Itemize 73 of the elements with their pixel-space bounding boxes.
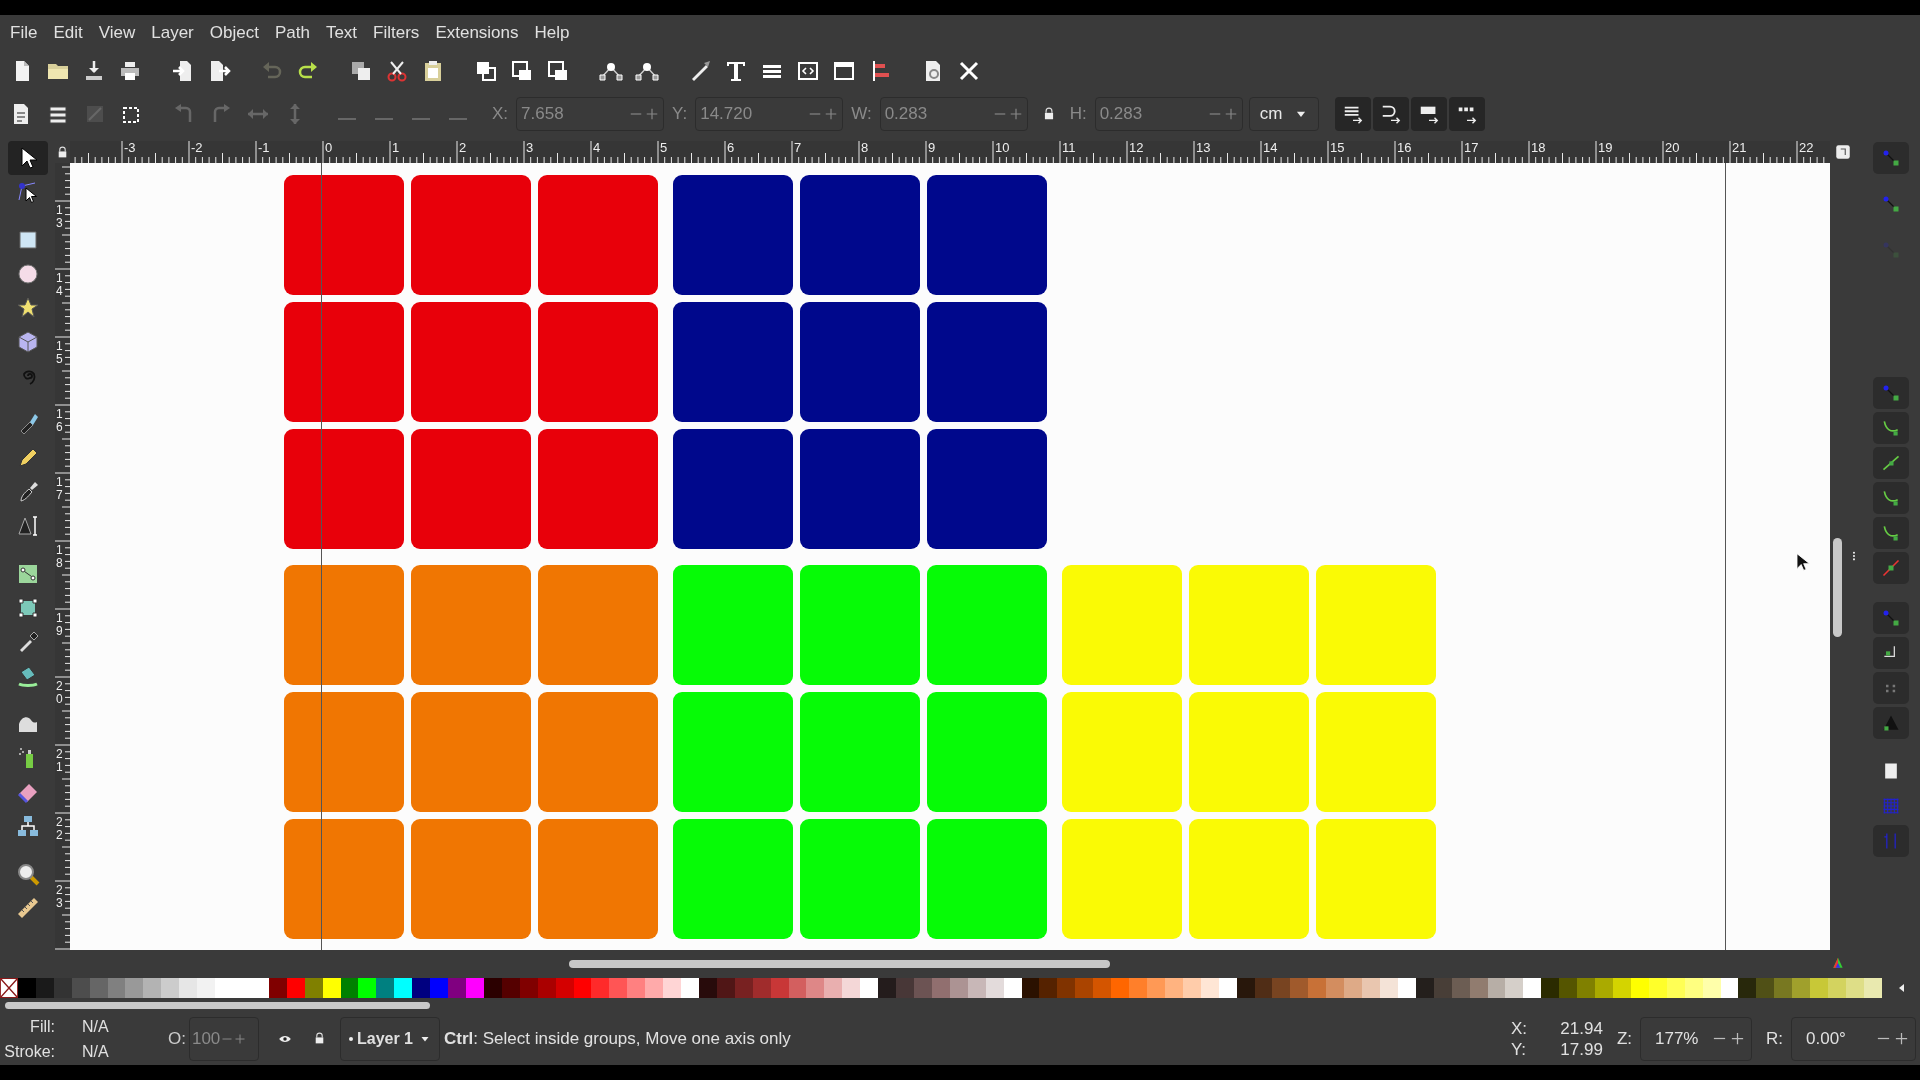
layer-dropdown[interactable]: Layer 1 — [339, 1016, 440, 1061]
menu-item[interactable]: View — [90, 20, 144, 46]
rotation-field[interactable]: 0.00° — [1791, 1016, 1916, 1061]
menu-item[interactable]: Edit — [45, 20, 91, 46]
coordinate-value: 17.99 — [1559, 1038, 1603, 1060]
stroke-label: Stroke: — [3, 1041, 55, 1062]
field-label: X: — [492, 103, 509, 126]
ruler-label: 16 — [56, 408, 63, 435]
ruler-label: 21 — [56, 748, 63, 775]
stroke-value: N/A — [82, 1041, 110, 1062]
field-value: 0.283 — [884, 103, 928, 126]
coordinate-label: X: — [1510, 1017, 1528, 1039]
field-value: 7.658 — [521, 103, 564, 126]
coordinate-value: 21.94 — [1559, 1017, 1603, 1039]
ruler-label: 18 — [56, 544, 63, 571]
menu-item[interactable]: Text — [317, 20, 366, 46]
ruler-label: -3 — [124, 141, 136, 155]
ruler-label: 17 — [56, 476, 63, 503]
menu-item[interactable]: Path — [266, 20, 318, 46]
menu-item[interactable]: File — [2, 20, 46, 46]
ruler-label: 22 — [1799, 141, 1814, 155]
ruler-label: 17 — [1464, 141, 1479, 155]
ruler-label: 13 — [1196, 141, 1211, 155]
field-label: W: — [851, 103, 872, 126]
ruler-label: 6 — [727, 141, 735, 155]
ruler-label: 13 — [56, 204, 63, 231]
unit-dropdown[interactable]: cm — [1248, 97, 1319, 131]
vertical-ruler[interactable]: 13 14 15 16 17 18 19 20 21 22 23 — [55, 163, 70, 950]
horizontal-ruler[interactable]: -3 -2 -1 0 1 2 3 4 5 6 7 8 9 10 11 12 13 14 15 16 17 18 19 20 21 22 — [70, 141, 1830, 163]
coordinate-label: Y: — [1510, 1038, 1527, 1060]
menu-item[interactable]: Extensions — [427, 20, 527, 46]
ruler-label: 19 — [56, 612, 63, 639]
ruler-label: 20 — [1665, 141, 1680, 155]
ruler-label: 1 — [392, 141, 400, 155]
ruler-label: 20 — [56, 680, 63, 707]
field-label: Y: — [672, 103, 688, 126]
status-message: Ctrl: Select inside groups, Move one axis only — [444, 1027, 791, 1050]
menu-item[interactable]: Help — [526, 20, 578, 46]
ruler-label: 19 — [1598, 141, 1613, 155]
ruler-label: 8 — [861, 141, 869, 155]
ruler-label: 2 — [459, 141, 467, 155]
ruler-label: 21 — [1732, 141, 1747, 155]
fill-label: Fill: — [29, 1016, 55, 1037]
ruler-label: 15 — [1330, 141, 1345, 155]
field-value: 14.720 — [700, 103, 753, 126]
field-value: 0.283 — [1099, 103, 1143, 126]
ruler-label: 7 — [794, 141, 802, 155]
ruler-label: 3 — [526, 141, 534, 155]
ruler-label: 0 — [325, 141, 333, 155]
ruler-label: 22 — [56, 816, 63, 843]
ruler-label: -2 — [191, 141, 203, 155]
opacity-label: O: — [168, 1027, 186, 1050]
zoom-field[interactable]: 177% — [1640, 1016, 1752, 1061]
menu-item[interactable]: Object — [201, 20, 267, 46]
ruler-label: 4 — [593, 141, 601, 155]
ruler-label: -1 — [258, 141, 270, 155]
ruler-label: 11 — [1062, 141, 1076, 155]
menu-item[interactable]: Filters — [365, 20, 428, 46]
menu-item[interactable]: Layer — [143, 20, 202, 46]
ruler-label: 15 — [56, 340, 63, 367]
ruler-label: 18 — [1531, 141, 1546, 155]
ruler-label: 14 — [56, 272, 63, 299]
ruler-label: 5 — [660, 141, 668, 155]
ruler-label: 14 — [1263, 141, 1278, 155]
ruler-label: 16 — [1397, 141, 1412, 155]
ruler-label: 23 — [56, 884, 63, 911]
ruler-label: 12 — [1129, 141, 1144, 155]
zoom-label: Z: — [1616, 1027, 1632, 1050]
rotation-label: R: — [1766, 1027, 1783, 1050]
field-label: H: — [1069, 103, 1087, 126]
ruler-label: 10 — [995, 141, 1010, 155]
fill-value: N/A — [82, 1016, 110, 1037]
ruler-label: 9 — [928, 141, 936, 155]
